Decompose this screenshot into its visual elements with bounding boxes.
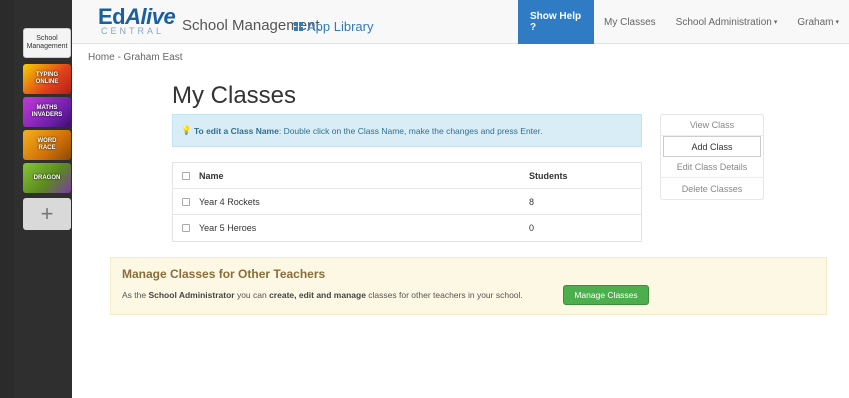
grid-icon	[294, 22, 303, 31]
app-tile-school-management[interactable]: School Management	[23, 28, 71, 58]
view-class-button[interactable]: View Class	[661, 115, 763, 136]
delete-classes-button[interactable]: Delete Classes	[661, 178, 763, 199]
dragon-game-icon[interactable]: DRAGON	[23, 163, 71, 193]
caret-down-icon: ▾	[835, 19, 839, 26]
students-count-cell: 8	[529, 196, 535, 207]
classes-table: Name Students Year 4 Rockets 8 Year 5 He…	[172, 162, 642, 242]
top-navbar: EdAlive CENTRAL School Management App Li…	[72, 0, 849, 44]
edalive-logo[interactable]: EdAlive CENTRAL	[98, 6, 176, 37]
page-title: My Classes	[172, 82, 297, 109]
edit-class-name-tip: 💡 To edit a Class Name: Double click on …	[172, 114, 642, 147]
column-header-name[interactable]: Name	[199, 171, 529, 181]
nav-user-menu[interactable]: Graham ▾	[787, 0, 849, 44]
table-header-row: Name Students	[173, 163, 641, 189]
column-header-students[interactable]: Students	[529, 171, 639, 181]
app-tile-label: School Management	[26, 35, 68, 50]
app-library-link[interactable]: App Library	[294, 19, 373, 34]
typing-online-icon[interactable]: TYPING ONLINE	[23, 64, 71, 94]
row-checkbox[interactable]	[182, 197, 190, 206]
maths-invaders-icon[interactable]: MATHS INVADERS	[23, 97, 71, 127]
app-library-label: App Library	[307, 19, 374, 34]
manage-panel-text: As the School Administrator you can crea…	[122, 290, 523, 300]
edit-class-details-button[interactable]: Edit Class Details	[661, 157, 763, 178]
show-help-button[interactable]: Show Help ?	[517, 0, 594, 44]
plus-icon: +	[40, 201, 54, 226]
caret-down-icon: ▾	[773, 19, 778, 26]
manage-panel-title: Manage Classes for Other Teachers	[122, 267, 326, 281]
nav-my-classes[interactable]: My Classes	[594, 0, 666, 44]
manage-other-classes-panel: Manage Classes for Other Teachers As the…	[110, 257, 827, 315]
add-class-button[interactable]: Add Class	[663, 136, 761, 157]
lightbulb-icon: 💡	[181, 125, 192, 135]
students-count-cell: 0	[529, 223, 535, 233]
manage-classes-button[interactable]: Manage Classes	[563, 285, 649, 305]
window-edge	[0, 0, 14, 398]
table-row[interactable]: Year 4 Rockets 8	[173, 189, 641, 215]
breadcrumb[interactable]: Home - Graham East	[88, 52, 182, 63]
class-name-cell[interactable]: Year 5 Heroes	[199, 223, 529, 233]
add-app-button[interactable]: +	[23, 198, 71, 230]
class-actions-panel: View Class Add Class Edit Class Details …	[660, 114, 764, 200]
select-all-checkbox[interactable]	[182, 171, 190, 180]
nav-school-administration[interactable]: School Administration ▾	[666, 0, 788, 44]
table-row[interactable]: Year 5 Heroes 0	[173, 215, 641, 241]
app-sidebar: School Management TYPING ONLINE MATHS INVA…	[14, 0, 72, 398]
class-name-cell[interactable]: Year 4 Rockets	[199, 197, 529, 207]
word-game-icon[interactable]: WORD RACE	[23, 130, 71, 160]
row-checkbox[interactable]	[182, 224, 190, 232]
